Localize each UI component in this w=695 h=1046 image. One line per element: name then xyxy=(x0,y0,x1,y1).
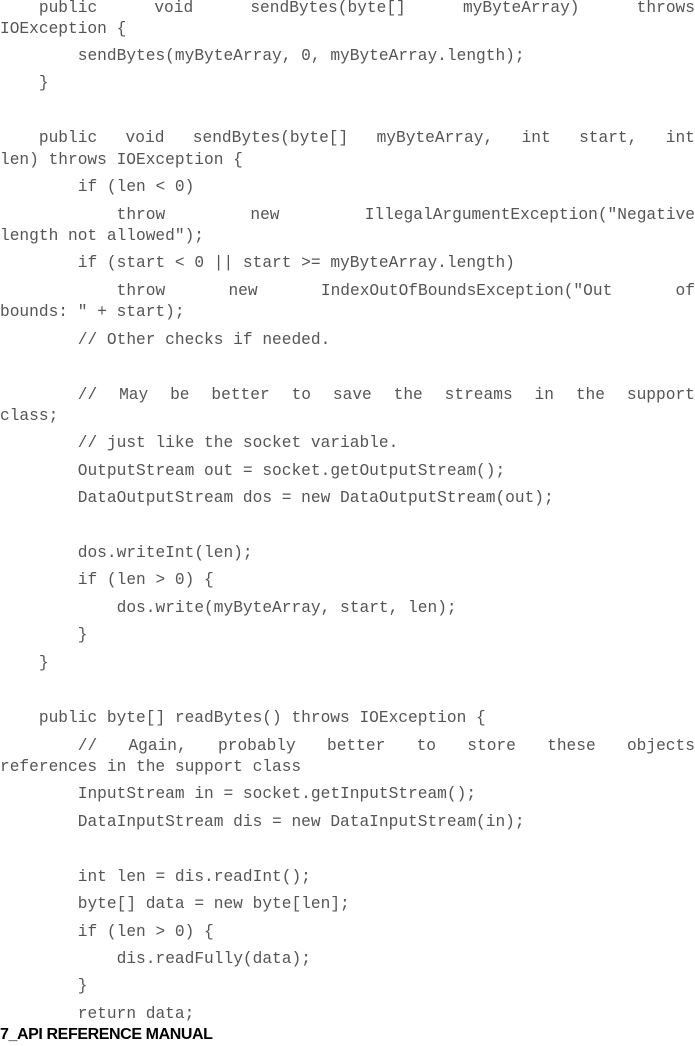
code-token: myByteArray) xyxy=(462,0,580,17)
code-token: Again, xyxy=(128,737,187,755)
code-token: throw xyxy=(116,206,166,224)
code-token: objects xyxy=(626,737,695,755)
code-line: public void sendBytes(byte[] myByteArray) th… xyxy=(39,0,695,18)
code-line: dis.readFully(data); xyxy=(116,950,311,968)
code-token: the xyxy=(393,386,423,404)
code-token: new xyxy=(250,206,280,224)
code-token: // xyxy=(77,386,98,404)
code-line: bounds: " + start); xyxy=(0,303,185,321)
code-token: better xyxy=(327,737,386,755)
code-line: if (len < 0) xyxy=(77,178,195,196)
page-footer: 7_API REFERENCE MANUAL xyxy=(0,1026,213,1043)
code-line: if (start < 0 || start >= myByteArray.le… xyxy=(77,254,515,272)
code-token: these xyxy=(547,737,596,755)
code-line: } xyxy=(38,654,49,672)
code-line: dos.writeInt(len); xyxy=(77,544,253,562)
code-line: throw new IllegalArgumentException("Negati… xyxy=(117,205,695,225)
code-token: in xyxy=(534,386,554,404)
code-line: public void sendBytes(byte[] myByteArray, in… xyxy=(39,128,695,148)
code-line: // Again, probably better to store these object… xyxy=(78,736,695,756)
code-token: sendBytes(byte[] xyxy=(250,0,406,17)
code-line: byte[] data = new byte[len]; xyxy=(77,895,350,913)
code-line: } xyxy=(38,74,49,92)
code-line: // May be better to save the streams in the suppor… xyxy=(78,385,695,405)
code-line: // just like the socket variable. xyxy=(77,434,399,452)
code-line: public byte[] readBytes() throws IOExcep… xyxy=(38,709,486,727)
code-token: the xyxy=(575,386,605,404)
code-line: int len = dis.readInt(); xyxy=(77,868,311,886)
code-token: support xyxy=(626,386,695,404)
code-token: IllegalArgumentException("Negative xyxy=(364,206,695,224)
code-line: throw new IndexOutOfBoundsException("Out of xyxy=(117,281,695,301)
code-line: sendBytes(myByteArray, 0, myByteArray.le… xyxy=(77,47,525,65)
code-line: DataInputStream dis = new DataInputStrea… xyxy=(77,813,525,831)
code-token: to xyxy=(416,737,436,755)
code-line: OutputStream out = socket.getOutputStrea… xyxy=(77,462,506,480)
code-token: public xyxy=(38,129,98,147)
code-token: void xyxy=(125,129,165,147)
code-token: throws xyxy=(636,0,695,17)
code-token: IndexOutOfBoundsException("Out xyxy=(320,282,613,300)
code-token: of xyxy=(675,282,695,300)
code-token: streams xyxy=(444,386,513,404)
code-token: myByteArray, xyxy=(376,129,494,147)
code-line: // Other checks if needed. xyxy=(77,331,331,349)
code-line: } xyxy=(77,977,88,995)
code-line: DataOutputStream dos = new DataOutputStr… xyxy=(77,489,554,507)
code-line: InputStream in = socket.getInputStream()… xyxy=(77,785,477,803)
code-line: references in the support class xyxy=(0,758,302,776)
code-token: sendBytes(byte[] xyxy=(192,129,349,147)
code-line: } xyxy=(77,626,88,644)
code-line: if (len > 0) { xyxy=(77,923,214,941)
code-line: if (len > 0) { xyxy=(77,571,214,589)
code-token: // xyxy=(77,737,98,755)
code-token: public xyxy=(38,0,98,17)
code-line: length not allowed"); xyxy=(0,227,204,245)
code-token: store xyxy=(467,737,516,755)
code-token: save xyxy=(332,386,372,404)
code-line: len) throws IOException { xyxy=(0,151,243,169)
code-token: better xyxy=(211,386,270,404)
code-token: start, xyxy=(579,129,638,147)
code-token: void xyxy=(154,0,194,17)
code-token: to xyxy=(291,386,312,404)
code-line: dos.write(myByteArray, start, len); xyxy=(116,599,457,617)
code-token: probably xyxy=(218,737,296,755)
code-line: return data; xyxy=(77,1005,195,1023)
code-line: class; xyxy=(0,407,59,425)
code-line: IOException { xyxy=(0,20,127,38)
code-token: be xyxy=(170,386,190,404)
code-token: May xyxy=(119,386,149,404)
code-token: int xyxy=(521,129,551,147)
code-token: int xyxy=(665,129,695,147)
code-token: new xyxy=(228,282,258,300)
code-token: throw xyxy=(116,282,166,300)
